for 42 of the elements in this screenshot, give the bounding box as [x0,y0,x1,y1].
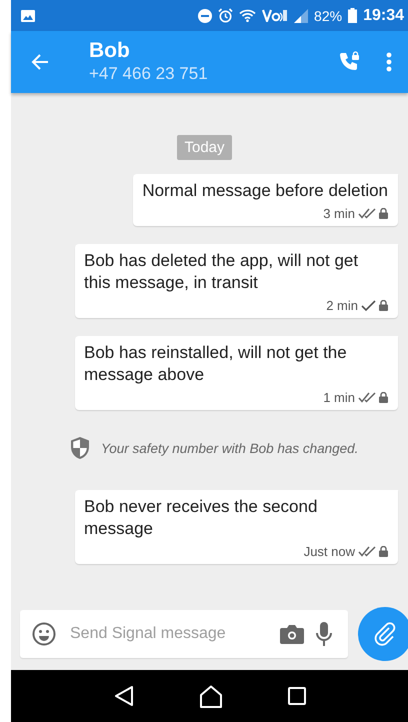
lock-icon [379,208,388,219]
wifi-icon [239,9,256,22]
microphone-icon[interactable] [316,622,332,646]
volte-icon [262,9,288,22]
message-bubble[interactable]: Bob has deleted the app, will not get this message, in transit 2 min [75,244,398,318]
phone-lock-icon [338,51,360,73]
back-arrow-icon [31,53,49,71]
lock-icon [379,546,388,557]
lock-icon [379,300,388,311]
image-icon [21,10,35,22]
do-not-disturb-icon [198,8,212,22]
message-text: Bob never receives the second message [84,496,318,540]
alarm-icon [218,8,234,23]
message-time: 3 min [323,206,355,221]
paperclip-icon [374,622,396,646]
recents-square-icon[interactable] [288,687,306,705]
shield-icon [70,436,90,460]
message-time: 1 min [323,390,355,405]
signal-icon [294,8,308,22]
home-icon[interactable] [198,684,222,708]
battery-percent: 82% [314,8,342,24]
camera-icon[interactable] [280,624,304,644]
message-composer[interactable]: Send Signal message [20,610,348,658]
clock: 19:34 [363,6,404,24]
lock-icon [379,392,388,403]
attach-button[interactable] [358,607,408,661]
more-vertical-icon [386,52,392,72]
message-bubble[interactable]: Bob has reinstalled, will not get the message above 1 min [75,336,398,410]
contact-name: Bob [89,39,131,63]
battery-icon [348,8,358,23]
safety-number-notice: Your safety number with Bob has changed. [101,440,358,456]
emoji-icon [32,622,56,646]
message-bubble[interactable]: Bob never receives the second message Just now [75,490,398,564]
message-time: 2 min [326,298,358,313]
message-time: Just now [304,544,355,559]
message-text: Normal message before deletion [142,180,388,202]
contact-phone: +47 466 23 751 [89,63,209,85]
message-text: Bob has reinstalled, will not get the message above [84,342,348,386]
message-bubble[interactable]: Normal message before deletion 3 min [133,174,398,226]
message-input-field[interactable]: Send Signal message [68,624,268,644]
back-triangle-icon[interactable] [114,685,134,707]
message-text: Bob has deleted the app, will not get this message, in transit [84,250,360,294]
